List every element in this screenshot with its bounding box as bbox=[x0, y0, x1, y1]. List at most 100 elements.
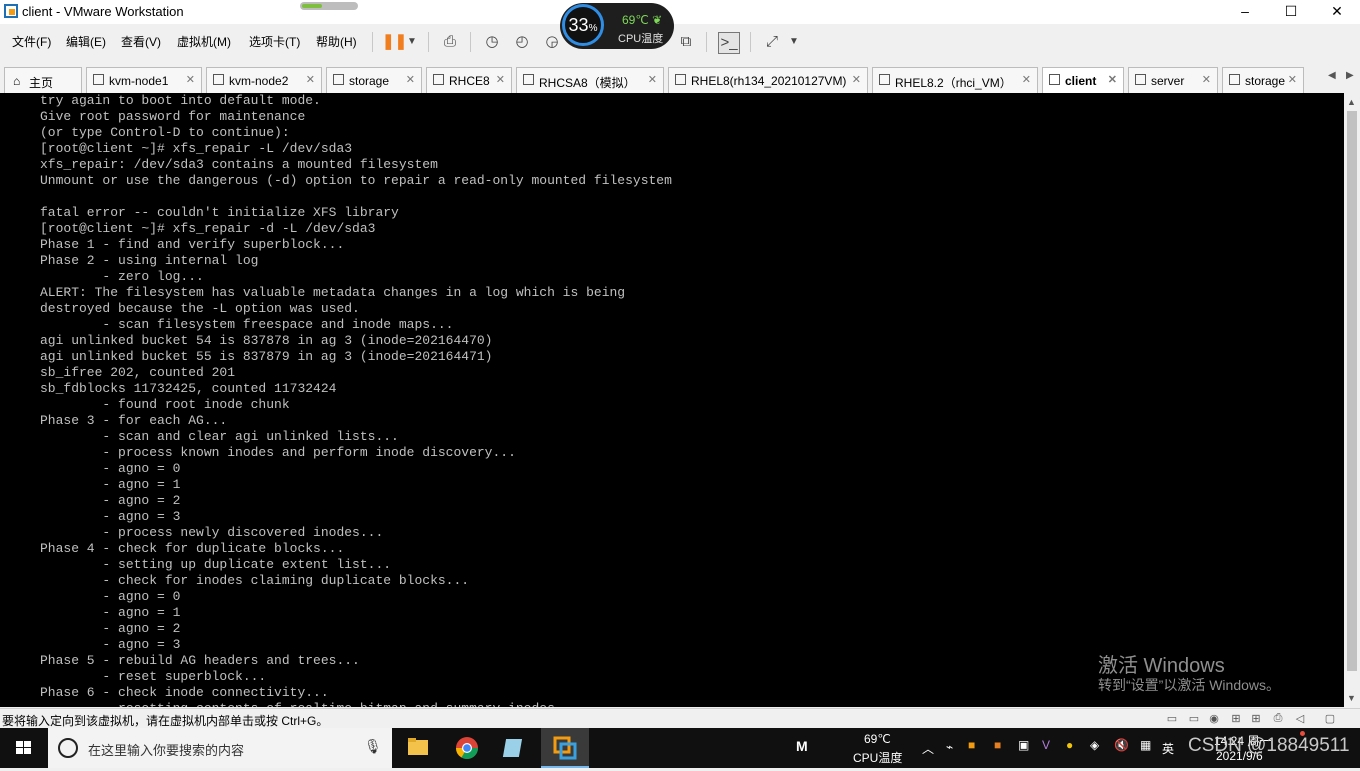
status-bar: 要将输入定向到该虚拟机，请在虚拟机内部单击或按 Ctrl+G。 ▭ ▭ ◉ ⊞ … bbox=[0, 708, 1360, 729]
tab-label: RHEL8(rh134_20210127VM) bbox=[691, 74, 847, 88]
notebook-icon bbox=[502, 739, 523, 757]
snapshot-manager-icon[interactable]: ◶ bbox=[542, 32, 562, 52]
menu-edit[interactable]: 编辑(E) bbox=[66, 33, 106, 50]
menu-tabs[interactable]: 选项卡(T) bbox=[249, 33, 300, 50]
tab-rhel82-rhci[interactable]: RHEL8.2（rhci_VM） ✕ bbox=[872, 67, 1038, 93]
chevron-down-icon[interactable]: ▼ bbox=[784, 32, 804, 52]
close-icon[interactable]: ✕ bbox=[852, 73, 861, 86]
close-icon[interactable]: ✕ bbox=[306, 73, 315, 86]
leaf-icon: ❦ bbox=[652, 13, 663, 27]
vmware-app-icon bbox=[4, 4, 18, 18]
network-icon[interactable]: ⊞ bbox=[1248, 712, 1264, 726]
menu-vm[interactable]: 虚拟机(M) bbox=[177, 33, 231, 50]
scroll-up-icon[interactable]: ▲ bbox=[1347, 97, 1356, 107]
close-icon[interactable]: ✕ bbox=[648, 73, 657, 86]
toolbar-separator bbox=[750, 32, 751, 52]
toolbar-separator bbox=[470, 32, 471, 52]
tab-label: RHCSA8（模拟） bbox=[539, 76, 636, 90]
revert-snapshot-icon[interactable]: ◴ bbox=[512, 32, 532, 52]
tab-rhel8-rh134[interactable]: RHEL8(rh134_20210127VM) ✕ bbox=[668, 67, 868, 93]
folder-icon bbox=[408, 738, 428, 755]
tray-app-icon[interactable]: ▣ bbox=[1018, 738, 1029, 752]
snapshot-icon[interactable]: ◷ bbox=[482, 32, 502, 52]
close-button[interactable]: ✕ bbox=[1314, 0, 1360, 24]
close-icon[interactable]: ✕ bbox=[496, 73, 505, 86]
pause-icon[interactable]: ❚❚ bbox=[382, 32, 407, 52]
minimize-button[interactable]: – bbox=[1222, 0, 1268, 24]
chrome-app[interactable] bbox=[443, 728, 491, 768]
close-icon[interactable]: ✕ bbox=[186, 73, 195, 86]
close-icon[interactable]: ✕ bbox=[1108, 73, 1117, 86]
console-output: try again to boot into default mode. Giv… bbox=[40, 93, 672, 707]
tab-home[interactable]: ⌂ 主页 bbox=[4, 67, 82, 93]
home-icon: ⌂ bbox=[13, 74, 21, 88]
scrollbar-thumb[interactable] bbox=[1347, 111, 1357, 671]
tray-app-icon[interactable]: ■ bbox=[994, 738, 1001, 752]
csdn-watermark: CSDN @18849511 bbox=[1188, 735, 1350, 756]
tab-kvm-node1[interactable]: kvm-node1 ✕ bbox=[86, 67, 202, 93]
printer-icon[interactable]: ⎙ bbox=[1270, 712, 1286, 726]
tab-storage[interactable]: storage ✕ bbox=[326, 67, 422, 93]
notebook-app[interactable] bbox=[492, 728, 540, 768]
tray-app-icon[interactable]: ◈ bbox=[1090, 738, 1099, 752]
tray-app-icon[interactable]: ● bbox=[1066, 738, 1073, 752]
tab-server[interactable]: server ✕ bbox=[1128, 67, 1218, 93]
hard-disk-icon[interactable]: ▭ bbox=[1186, 712, 1202, 726]
tab-rhce8[interactable]: RHCE8 ✕ bbox=[426, 67, 512, 93]
window-title: client - VMware Workstation bbox=[22, 4, 184, 19]
sound-icon[interactable]: ◁ bbox=[1292, 712, 1308, 726]
tab-label: RHCE8 bbox=[449, 74, 490, 88]
windows-logo-icon bbox=[16, 741, 31, 754]
ime-m-icon[interactable]: M bbox=[796, 738, 808, 754]
start-button[interactable] bbox=[0, 728, 48, 768]
vm-icon bbox=[1135, 74, 1146, 85]
close-icon[interactable]: ✕ bbox=[1202, 73, 1211, 86]
tray-app-icon[interactable]: ▦ bbox=[1140, 738, 1151, 752]
message-icon[interactable]: ▢ bbox=[1322, 712, 1338, 726]
menu-view[interactable]: 查看(V) bbox=[121, 33, 161, 50]
close-icon[interactable]: ✕ bbox=[1288, 73, 1297, 86]
tab-label: storage bbox=[1245, 74, 1286, 88]
tab-rhcsa8[interactable]: RHCSA8（模拟） ✕ bbox=[516, 67, 664, 93]
vm-icon bbox=[879, 74, 890, 85]
console-view-icon[interactable]: >_ bbox=[718, 32, 740, 54]
chevron-down-icon[interactable]: ▼ bbox=[402, 32, 422, 52]
vmware-taskbar-app[interactable] bbox=[541, 728, 589, 768]
cd-dvd-icon[interactable]: ◉ bbox=[1206, 712, 1222, 726]
tab-scroll-left-icon[interactable]: ◀ bbox=[1328, 70, 1336, 81]
scroll-down-icon[interactable]: ▼ bbox=[1347, 693, 1356, 703]
tray-v-icon[interactable]: V bbox=[1042, 738, 1050, 752]
tab-label: kvm-node1 bbox=[109, 74, 169, 88]
ime-lang-indicator[interactable]: 英 bbox=[1162, 740, 1174, 757]
menu-help[interactable]: 帮助(H) bbox=[316, 33, 357, 50]
tray-app-icon[interactable]: ■ bbox=[968, 738, 975, 752]
tab-storage-2[interactable]: storage ✕ bbox=[1222, 67, 1304, 93]
hard-disk-icon[interactable]: ▭ bbox=[1164, 712, 1180, 726]
chevron-up-icon[interactable]: ︿ bbox=[922, 740, 934, 757]
status-text: 要将输入定向到该虚拟机，请在虚拟机内部单击或按 Ctrl+G。 bbox=[2, 714, 329, 728]
taskbar-search[interactable]: 在这里输入你要搜索的内容 🎙 bbox=[48, 728, 392, 768]
menu-file[interactable]: 文件(F) bbox=[12, 33, 51, 50]
maximize-button[interactable]: ☐ bbox=[1268, 0, 1314, 24]
console-scrollbar[interactable]: ▲ ▼ bbox=[1344, 93, 1360, 707]
close-icon[interactable]: ✕ bbox=[406, 73, 415, 86]
toolbar-separator bbox=[372, 32, 373, 52]
tab-kvm-node2[interactable]: kvm-node2 ✕ bbox=[206, 67, 322, 93]
microphone-icon[interactable]: 🎙 bbox=[364, 738, 382, 755]
fullscreen-icon[interactable]: ⤢ bbox=[762, 32, 782, 52]
network-icon[interactable]: ⊞ bbox=[1228, 712, 1244, 726]
vm-icon bbox=[675, 74, 686, 85]
send-keys-icon[interactable]: ⎙ bbox=[440, 32, 460, 52]
file-explorer-app[interactable] bbox=[394, 728, 442, 768]
vm-icon bbox=[93, 74, 104, 85]
unity-icon[interactable]: ⧉ bbox=[676, 32, 696, 52]
volume-muted-icon[interactable]: 🔇 bbox=[1114, 738, 1129, 752]
tab-scroll-right-icon[interactable]: ▶ bbox=[1346, 70, 1354, 81]
vm-console[interactable]: try again to boot into default mode. Giv… bbox=[0, 93, 1344, 707]
tab-client[interactable]: client ✕ bbox=[1042, 67, 1124, 93]
cpu-temp-widget: 33% 69℃ ❦ CPU温度 bbox=[560, 3, 674, 49]
network-icon[interactable]: ⌁ bbox=[946, 740, 953, 754]
toolbar-separator bbox=[428, 32, 429, 52]
close-icon[interactable]: ✕ bbox=[1022, 73, 1031, 86]
windows-taskbar: 在这里输入你要搜索的内容 🎙 M 69℃ CPU温度 ︿ ⌁ ■ ■ ▣ V ●… bbox=[0, 728, 1360, 768]
